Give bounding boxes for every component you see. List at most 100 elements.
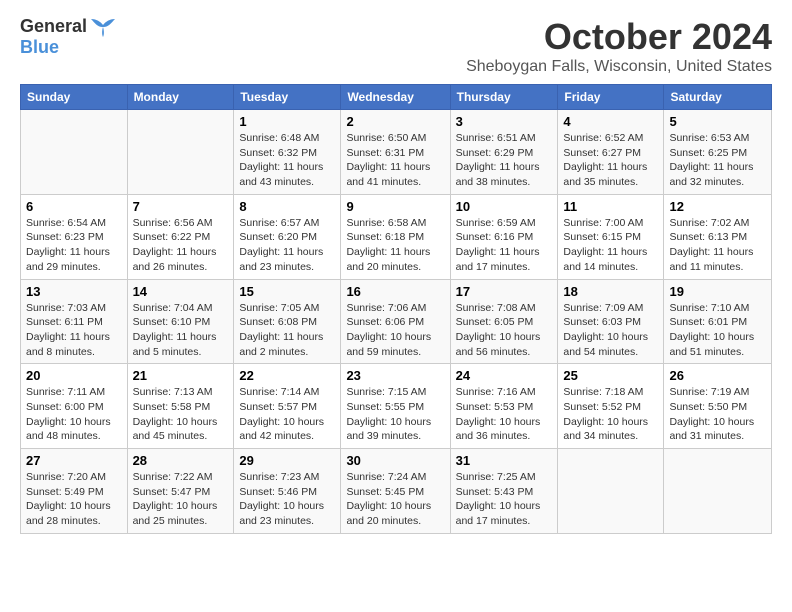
day-info: Sunrise: 6:50 AMSunset: 6:31 PMDaylight:…	[346, 131, 444, 190]
day-number: 25	[563, 368, 658, 383]
calendar-cell: 19 Sunrise: 7:10 AMSunset: 6:01 PMDayligh…	[664, 279, 772, 364]
calendar-cell: 5 Sunrise: 6:53 AMSunset: 6:25 PMDaylight…	[664, 110, 772, 195]
header-friday: Friday	[558, 85, 664, 110]
calendar-cell: 17Sunrise: 7:08 AMSunset: 6:05 PMDayligh…	[450, 279, 558, 364]
day-number: 7	[133, 199, 229, 214]
calendar-week-2: 6Sunrise: 6:54 AMSunset: 6:23 PMDaylight…	[21, 194, 772, 279]
day-info: Sunrise: 7:18 AMSunset: 5:52 PMDaylight:…	[563, 385, 658, 444]
calendar-cell: 31 Sunrise: 7:25 AMSunset: 5:43 PMDayligh…	[450, 449, 558, 534]
day-number: 5	[669, 114, 766, 129]
calendar-cell	[21, 110, 128, 195]
calendar-cell: 22 Sunrise: 7:14 AMSunset: 5:57 PMDayligh…	[234, 364, 341, 449]
calendar-cell	[127, 110, 234, 195]
day-info: Sunrise: 7:15 AMSunset: 5:55 PMDaylight:…	[346, 385, 444, 444]
day-number: 18	[563, 284, 658, 299]
calendar-week-1: 1 Sunrise: 6:48 AMSunset: 6:32 PMDaylight…	[21, 110, 772, 195]
day-info: Sunrise: 7:04 AMSunset: 6:10 PMDaylight:…	[133, 301, 229, 360]
day-info: Sunrise: 7:22 AMSunset: 5:47 PMDaylight:…	[133, 470, 229, 529]
day-number: 10	[456, 199, 553, 214]
day-info: Sunrise: 7:06 AMSunset: 6:06 PMDaylight:…	[346, 301, 444, 360]
day-number: 8	[239, 199, 335, 214]
day-number: 9	[346, 199, 444, 214]
day-number: 20	[26, 368, 122, 383]
calendar-cell: 26 Sunrise: 7:19 AMSunset: 5:50 PMDayligh…	[664, 364, 772, 449]
day-number: 6	[26, 199, 122, 214]
day-number: 30	[346, 453, 444, 468]
calendar-cell: 27 Sunrise: 7:20 AMSunset: 5:49 PMDayligh…	[21, 449, 128, 534]
calendar-cell: 1 Sunrise: 6:48 AMSunset: 6:32 PMDaylight…	[234, 110, 341, 195]
day-info: Sunrise: 7:20 AMSunset: 5:49 PMDaylight:…	[26, 470, 122, 529]
day-info: Sunrise: 6:58 AMSunset: 6:18 PMDaylight:…	[346, 216, 444, 275]
calendar-cell	[558, 449, 664, 534]
day-number: 28	[133, 453, 229, 468]
calendar-week-4: 20 Sunrise: 7:11 AMSunset: 6:00 PMDayligh…	[21, 364, 772, 449]
calendar-cell: 9 Sunrise: 6:58 AMSunset: 6:18 PMDaylight…	[341, 194, 450, 279]
calendar-cell: 16Sunrise: 7:06 AMSunset: 6:06 PMDayligh…	[341, 279, 450, 364]
day-number: 4	[563, 114, 658, 129]
day-number: 31	[456, 453, 553, 468]
header-saturday: Saturday	[664, 85, 772, 110]
header-tuesday: Tuesday	[234, 85, 341, 110]
calendar-cell: 8 Sunrise: 6:57 AMSunset: 6:20 PMDaylight…	[234, 194, 341, 279]
day-info: Sunrise: 6:48 AMSunset: 6:32 PMDaylight:…	[239, 131, 335, 190]
day-number: 13	[26, 284, 122, 299]
day-number: 14	[133, 284, 229, 299]
logo-blue: Blue	[20, 37, 59, 58]
calendar-cell: 3 Sunrise: 6:51 AMSunset: 6:29 PMDaylight…	[450, 110, 558, 195]
day-number: 26	[669, 368, 766, 383]
day-number: 2	[346, 114, 444, 129]
day-info: Sunrise: 7:09 AMSunset: 6:03 PMDaylight:…	[563, 301, 658, 360]
logo-general: General	[20, 16, 87, 37]
calendar-cell: 29Sunrise: 7:23 AMSunset: 5:46 PMDayligh…	[234, 449, 341, 534]
day-info: Sunrise: 6:51 AMSunset: 6:29 PMDaylight:…	[456, 131, 553, 190]
calendar-cell: 4Sunrise: 6:52 AMSunset: 6:27 PMDaylight…	[558, 110, 664, 195]
day-number: 12	[669, 199, 766, 214]
day-info: Sunrise: 6:53 AMSunset: 6:25 PMDaylight:…	[669, 131, 766, 190]
calendar-cell: 7Sunrise: 6:56 AMSunset: 6:22 PMDaylight…	[127, 194, 234, 279]
day-info: Sunrise: 7:11 AMSunset: 6:00 PMDaylight:…	[26, 385, 122, 444]
logo: General Blue	[20, 16, 117, 58]
calendar-cell: 21 Sunrise: 7:13 AMSunset: 5:58 PMDayligh…	[127, 364, 234, 449]
day-info: Sunrise: 7:02 AMSunset: 6:13 PMDaylight:…	[669, 216, 766, 275]
calendar-cell: 11 Sunrise: 7:00 AMSunset: 6:15 PMDayligh…	[558, 194, 664, 279]
day-number: 27	[26, 453, 122, 468]
calendar-cell: 25 Sunrise: 7:18 AMSunset: 5:52 PMDayligh…	[558, 364, 664, 449]
day-info: Sunrise: 7:14 AMSunset: 5:57 PMDaylight:…	[239, 385, 335, 444]
calendar-cell	[664, 449, 772, 534]
day-info: Sunrise: 7:00 AMSunset: 6:15 PMDaylight:…	[563, 216, 658, 275]
day-info: Sunrise: 6:57 AMSunset: 6:20 PMDaylight:…	[239, 216, 335, 275]
day-number: 1	[239, 114, 335, 129]
day-info: Sunrise: 7:19 AMSunset: 5:50 PMDaylight:…	[669, 385, 766, 444]
calendar-cell: 20 Sunrise: 7:11 AMSunset: 6:00 PMDayligh…	[21, 364, 128, 449]
header-wednesday: Wednesday	[341, 85, 450, 110]
day-number: 3	[456, 114, 553, 129]
day-info: Sunrise: 7:24 AMSunset: 5:45 PMDaylight:…	[346, 470, 444, 529]
header-sunday: Sunday	[21, 85, 128, 110]
day-number: 19	[669, 284, 766, 299]
calendar-cell: 14 Sunrise: 7:04 AMSunset: 6:10 PMDayligh…	[127, 279, 234, 364]
calendar-cell: 15 Sunrise: 7:05 AMSunset: 6:08 PMDayligh…	[234, 279, 341, 364]
day-info: Sunrise: 7:05 AMSunset: 6:08 PMDaylight:…	[239, 301, 335, 360]
calendar-cell: 12 Sunrise: 7:02 AMSunset: 6:13 PMDayligh…	[664, 194, 772, 279]
day-info: Sunrise: 7:13 AMSunset: 5:58 PMDaylight:…	[133, 385, 229, 444]
day-info: Sunrise: 7:10 AMSunset: 6:01 PMDaylight:…	[669, 301, 766, 360]
calendar-cell: 13 Sunrise: 7:03 AMSunset: 6:11 PMDayligh…	[21, 279, 128, 364]
header-thursday: Thursday	[450, 85, 558, 110]
day-number: 15	[239, 284, 335, 299]
day-number: 22	[239, 368, 335, 383]
day-info: Sunrise: 7:23 AMSunset: 5:46 PMDaylight:…	[239, 470, 335, 529]
calendar-header-row: SundayMondayTuesdayWednesdayThursdayFrid…	[21, 85, 772, 110]
day-info: Sunrise: 7:25 AMSunset: 5:43 PMDaylight:…	[456, 470, 553, 529]
header-monday: Monday	[127, 85, 234, 110]
logo-bird-icon	[89, 17, 117, 37]
day-info: Sunrise: 7:03 AMSunset: 6:11 PMDaylight:…	[26, 301, 122, 360]
day-number: 23	[346, 368, 444, 383]
day-number: 11	[563, 199, 658, 214]
title-month: October 2024	[466, 16, 772, 58]
title-section: October 2024 Sheboygan Falls, Wisconsin,…	[466, 16, 772, 76]
day-info: Sunrise: 7:08 AMSunset: 6:05 PMDaylight:…	[456, 301, 553, 360]
day-number: 21	[133, 368, 229, 383]
day-number: 24	[456, 368, 553, 383]
calendar-cell: 6Sunrise: 6:54 AMSunset: 6:23 PMDaylight…	[21, 194, 128, 279]
calendar-cell: 30 Sunrise: 7:24 AMSunset: 5:45 PMDayligh…	[341, 449, 450, 534]
